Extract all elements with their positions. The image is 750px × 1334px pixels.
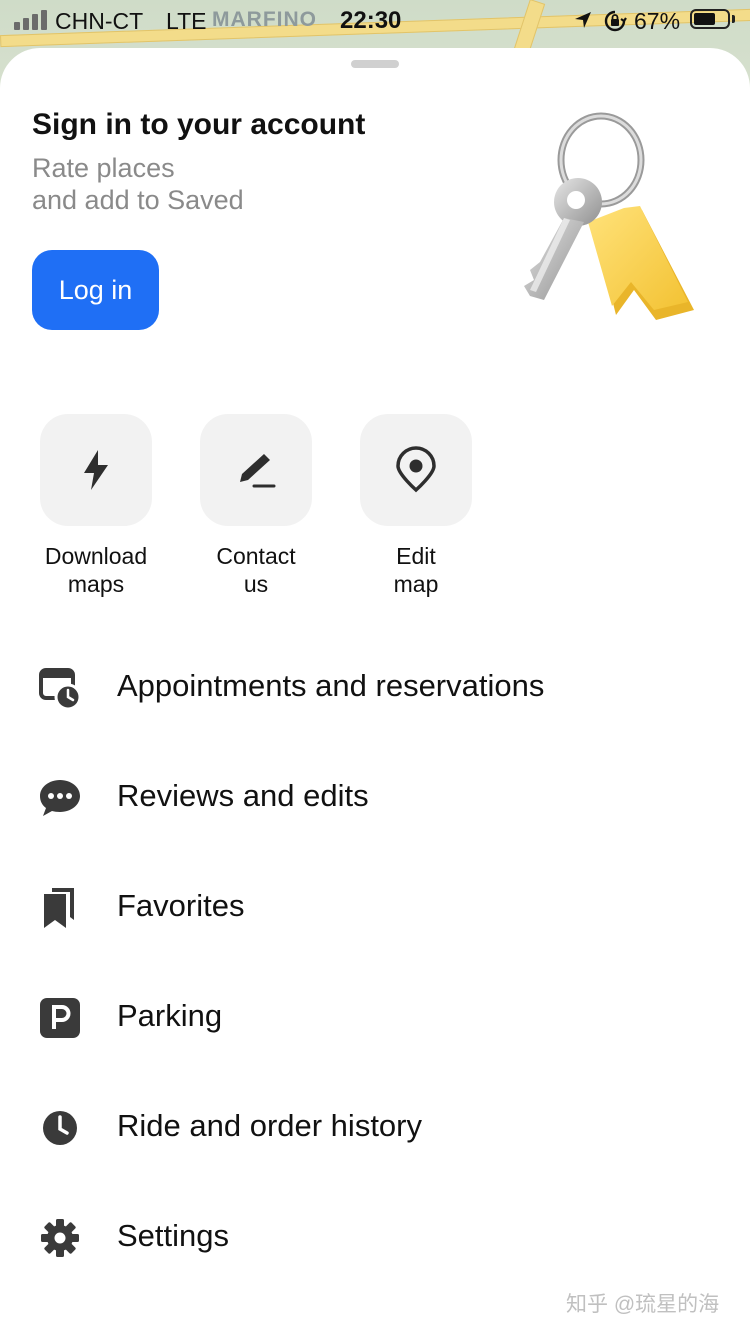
login-button[interactable]: Log in: [32, 250, 159, 330]
download-maps-label-line1: Download: [44, 543, 148, 569]
menu-label-ride-history: Ride and order history: [117, 1108, 422, 1143]
gear-icon: [41, 1219, 79, 1257]
download-maps-tile[interactable]: [40, 414, 152, 526]
menu-item-ride-history[interactable]: Ride and order history: [0, 1071, 750, 1181]
signin-subtitle-line2: and add to Saved: [32, 185, 244, 215]
menu-label-reviews: Reviews and edits: [117, 778, 369, 813]
download-maps-action[interactable]: Download maps: [40, 414, 152, 598]
carrier-name: CHN-CT: [55, 8, 144, 34]
watermark: 知乎 @琉星的海: [566, 1293, 720, 1316]
chat-bubble-icon: [40, 780, 80, 816]
menu-item-parking[interactable]: Parking: [0, 961, 750, 1071]
parking-icon: [40, 998, 80, 1038]
account-sheet: Sign in to your account Rate places and …: [0, 48, 750, 1334]
contact-us-label: Contact us: [176, 542, 336, 598]
signal-icon: [14, 10, 47, 30]
download-maps-label: Download maps: [16, 542, 176, 598]
signin-subtitle: Rate places and add to Saved: [32, 152, 392, 216]
signin-subtitle-line1: Rate places: [32, 153, 175, 183]
lightning-icon: [84, 450, 108, 490]
quick-actions: Download maps Contact us Edit map: [40, 414, 500, 614]
map-pin-icon: [396, 446, 436, 493]
menu-label-appointments: Appointments and reservations: [117, 668, 545, 703]
battery-tip: [732, 15, 735, 23]
edit-map-label-line1: Edit: [396, 543, 436, 569]
menu-item-appointments[interactable]: Appointments and reservations: [0, 631, 750, 741]
menu-item-settings[interactable]: Settings: [0, 1181, 750, 1291]
keys-icon: [524, 112, 694, 320]
battery-icon: [690, 9, 730, 29]
contact-us-label-line2: us: [243, 571, 269, 597]
edit-map-label: Edit map: [336, 542, 496, 598]
edit-map-label-line2: map: [393, 571, 439, 597]
status-bar: CHN-CT LTE 22:30 67%: [0, 0, 750, 40]
clock-icon: [43, 1111, 77, 1145]
battery-level: [694, 13, 715, 25]
edit-map-action[interactable]: Edit map: [360, 414, 472, 598]
battery-percent: 67%: [634, 8, 681, 34]
contact-us-action[interactable]: Contact us: [200, 414, 312, 598]
menu-label-parking: Parking: [117, 998, 223, 1033]
menu-label-favorites: Favorites: [117, 888, 245, 923]
download-maps-label-line2: maps: [67, 571, 125, 597]
menu-item-reviews[interactable]: Reviews and edits: [0, 741, 750, 851]
contact-us-label-line1: Contact: [216, 543, 296, 569]
sheet-grabber[interactable]: [351, 60, 399, 68]
status-time: 22:30: [340, 7, 402, 34]
pen-icon: [240, 454, 276, 488]
edit-map-tile[interactable]: [360, 414, 472, 526]
menu-item-favorites[interactable]: Favorites: [0, 851, 750, 961]
contact-us-tile[interactable]: [200, 414, 312, 526]
bookmarks-icon: [44, 888, 74, 928]
calendar-clock-icon: [39, 668, 82, 710]
network-type: LTE: [166, 8, 207, 34]
signin-title: Sign in to your account: [32, 108, 366, 141]
menu-label-settings: Settings: [117, 1218, 230, 1253]
location-arrow-icon: [575, 12, 591, 28]
rotation-lock-icon: [604, 10, 627, 32]
